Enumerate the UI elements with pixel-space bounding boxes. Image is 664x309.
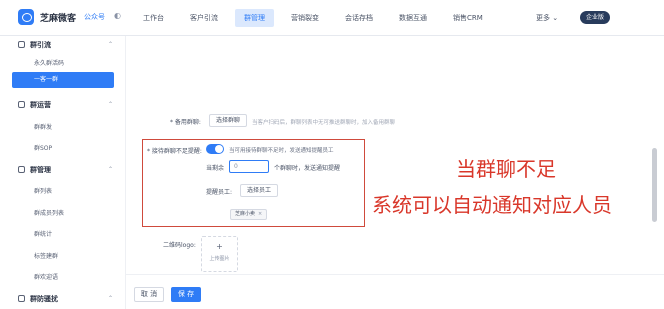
backup-group-label: * 备用群聊: [170, 119, 201, 126]
sidebar-group-group-operation[interactable]: 群运营 [18, 100, 51, 110]
sidebar-item-group-sop[interactable]: 群SOP [34, 143, 52, 152]
management-icon [18, 166, 25, 173]
nav-workbench[interactable]: 工作台 [134, 9, 173, 27]
sidebar-item-group-member-list[interactable]: 群成员列表 [34, 208, 64, 217]
threshold-input[interactable]: 0 [229, 160, 269, 173]
theme-toggle-icon[interactable]: ◐ [114, 11, 121, 20]
annotation-line-1: 当群聊不足 [456, 157, 556, 181]
chevron-up-icon[interactable]: ⌃ [108, 101, 113, 108]
chevron-up-icon[interactable]: ⌃ [108, 166, 113, 173]
annotation-line-2: 系统可以自动通知对应人员 [372, 193, 612, 217]
backup-group-hint: 当客户扫码后，群聊列表中无可推送群聊时，加入备用群聊 [252, 120, 396, 126]
sidebar-item-permanent-qrcode[interactable]: 永久群活码 [34, 58, 64, 67]
cancel-button[interactable]: 取 消 [134, 287, 164, 302]
top-navbar: 芝麻微客 公众号 ◐ 工作台 客户引流 群管理 营销裂变 会话存档 数据互通 销… [0, 0, 664, 36]
brand-subtitle[interactable]: 公众号 [84, 12, 105, 22]
sidebar-group-group-management[interactable]: 群管理 [18, 165, 51, 175]
staff-tag-label: 芝麻小卖 [235, 211, 256, 217]
brand-name: 芝麻微客 [40, 14, 77, 24]
enterprise-badge: 企业版 [580, 11, 611, 24]
plus-icon: + [216, 242, 223, 251]
remind-hint: 当可用接待群聊不足时，发送通知提醒员工 [229, 148, 334, 154]
main-nav: 工作台 客户引流 群管理 营销裂变 会话存档 数据互通 销售CRM [134, 9, 500, 27]
threshold-suffix: 个群聊时，发送通知提醒 [274, 165, 341, 172]
sidebar-group-anti-harassment[interactable]: 群防骚扰 [18, 294, 58, 304]
sidebar-item-tag-group[interactable]: 标签建群 [34, 251, 58, 260]
sidebar-item-group-broadcast[interactable]: 群群发 [34, 122, 52, 131]
sidebar-item-group-stats[interactable]: 群统计 [34, 229, 52, 238]
staff-label: 提醒员工: [206, 189, 233, 196]
remind-toggle[interactable] [206, 144, 224, 154]
scrollbar[interactable] [652, 148, 657, 222]
remind-label: * 接待群聊不足提醒: [147, 148, 202, 155]
upload-label: 上传图片 [209, 256, 230, 262]
shield-icon [18, 295, 25, 302]
group-user-icon [18, 41, 25, 48]
chevron-up-icon[interactable]: ⌃ [108, 41, 113, 48]
staff-tag: 芝麻小卖 × [230, 209, 268, 220]
sidebar-item-one-customer-one-group[interactable]: 一客一群 [12, 72, 114, 88]
nav-more-dropdown[interactable]: 更多 ⌄ [536, 9, 558, 27]
sidebar-item-group-list[interactable]: 群列表 [34, 186, 52, 195]
chevron-up-icon[interactable]: ⌃ [108, 295, 113, 302]
threshold-prefix: 当剩余 [206, 165, 225, 172]
nav-session-archive[interactable]: 会话存档 [336, 9, 382, 27]
logo-icon [18, 9, 34, 25]
nav-customer-acquisition[interactable]: 客户引流 [181, 9, 227, 27]
save-button[interactable]: 保 存 [171, 287, 201, 302]
select-staff-button[interactable]: 选择员工 [240, 184, 279, 197]
close-icon[interactable]: × [258, 211, 262, 217]
upload-image-box[interactable]: + 上传图片 [201, 236, 238, 272]
nav-group-management[interactable]: 群管理 [235, 9, 274, 27]
select-group-button[interactable]: 选择群聊 [209, 114, 248, 127]
nav-sales-crm[interactable]: 销售CRM [444, 9, 492, 27]
operation-icon [18, 101, 25, 108]
sidebar-item-group-welcome[interactable]: 群欢迎语 [34, 272, 58, 281]
nav-marketing[interactable]: 营销裂变 [282, 9, 328, 27]
qrcode-logo-label: 二维码logo: [163, 242, 196, 249]
nav-data-sync[interactable]: 数据互通 [390, 9, 436, 27]
form-footer [126, 274, 664, 309]
sidebar-group-group-acquisition[interactable]: 群引流 [18, 40, 51, 50]
